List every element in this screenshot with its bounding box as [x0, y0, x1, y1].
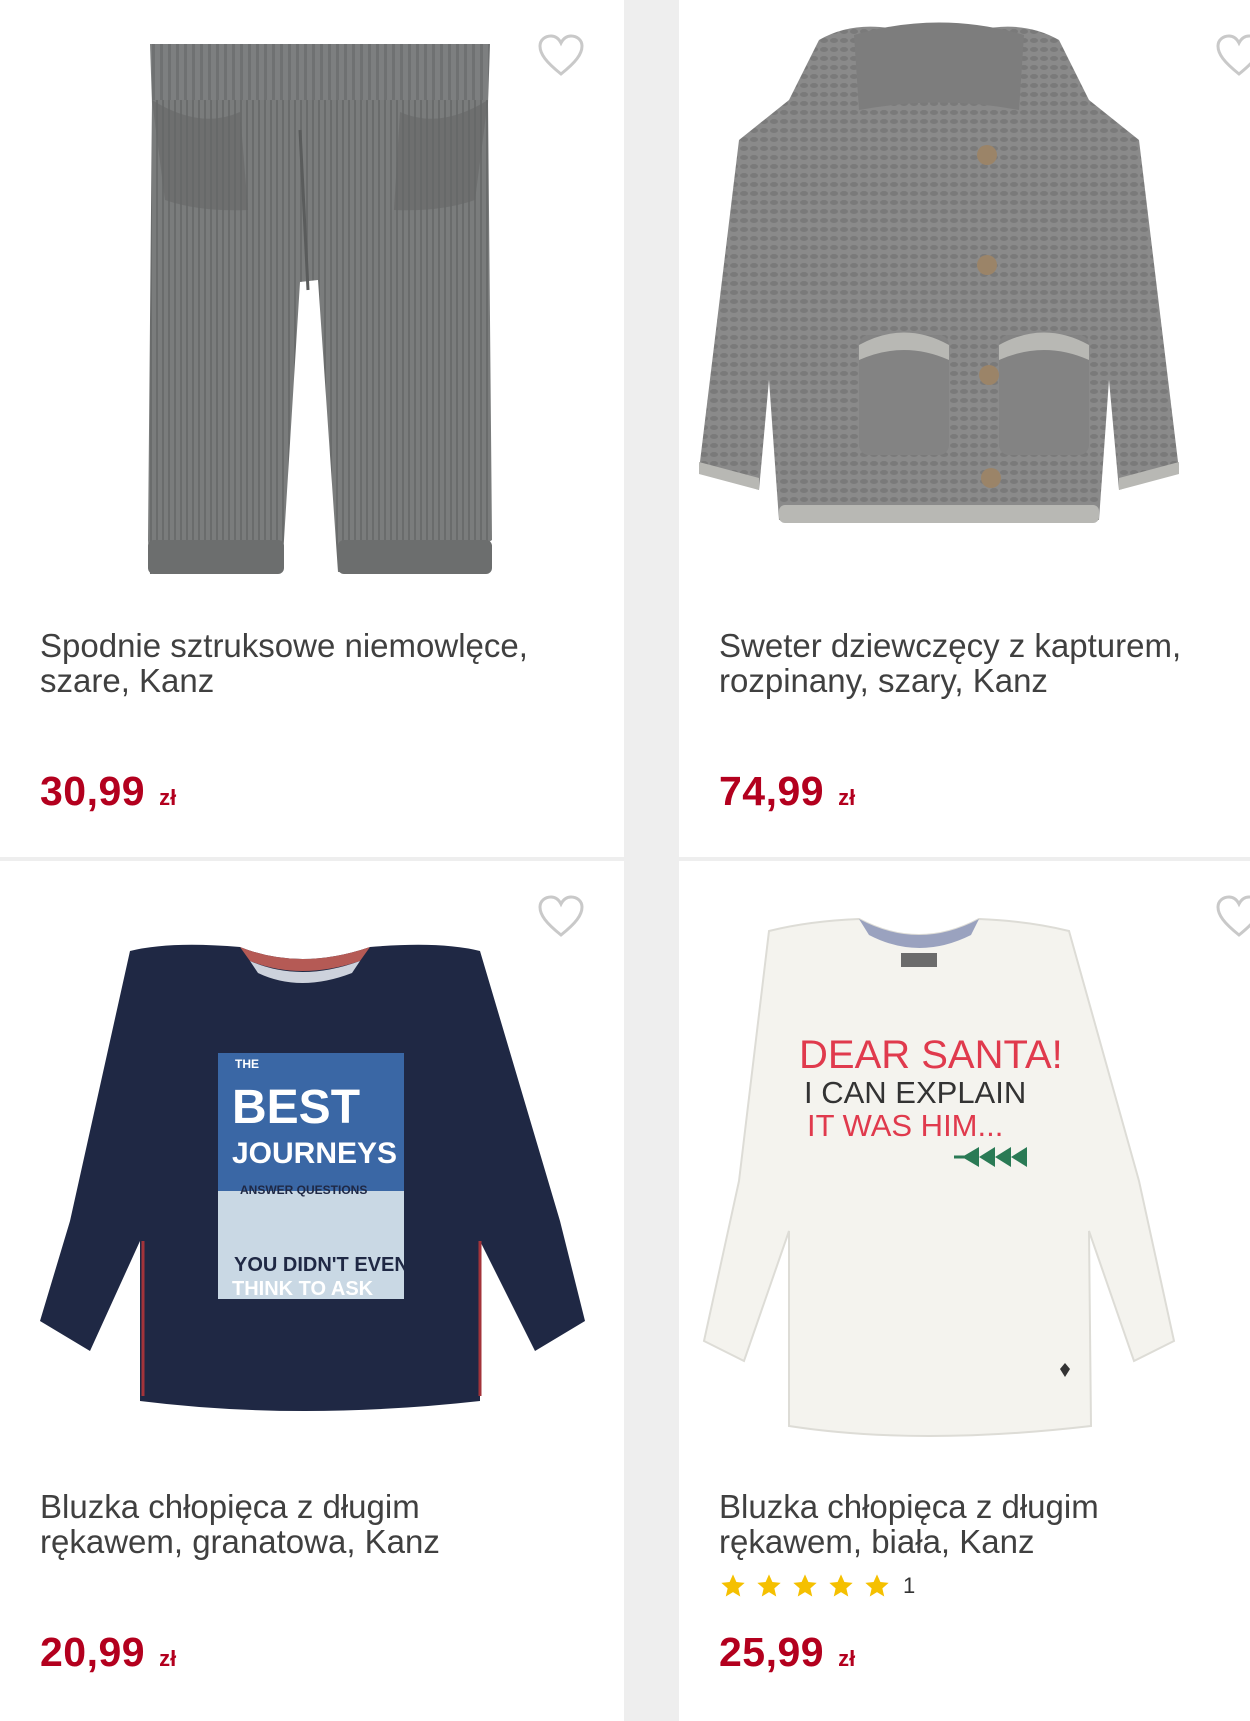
heart-outline-icon[interactable]: [1214, 893, 1250, 939]
price-value: 74,99: [719, 768, 825, 814]
price-currency: zł: [159, 785, 177, 810]
print-text: I CAN EXPLAIN: [804, 1075, 1026, 1110]
product-card[interactable]: Spodnie sztruksowe niemowlęce, szare, Ka…: [0, 0, 624, 857]
print-text: BEST: [232, 1081, 360, 1134]
heart-outline-icon[interactable]: [536, 893, 586, 939]
price-currency: zł: [159, 1646, 177, 1671]
product-title[interactable]: Bluzka chłopięca z długim rękawem, grana…: [40, 1489, 560, 1559]
product-price: 74,99 zł: [719, 768, 855, 818]
star-icon: [829, 1574, 853, 1597]
product-image[interactable]: THE BEST JOURNEYS ANSWER QUESTIONS YOU D…: [0, 861, 624, 1461]
print-text: JOURNEYS: [232, 1137, 397, 1170]
heart-outline-icon[interactable]: [536, 32, 586, 78]
star-icon: [793, 1574, 817, 1597]
product-price: 20,99 zł: [40, 1629, 176, 1679]
print-text: YOU DIDN'T EVEN: [234, 1254, 409, 1276]
star-icon: [865, 1574, 889, 1597]
print-text: THE: [235, 1057, 259, 1071]
product-price: 30,99 zł: [40, 768, 176, 818]
product-grid: Spodnie sztruksowe niemowlęce, szare, Ka…: [0, 0, 1250, 1721]
price-value: 25,99: [719, 1629, 825, 1675]
product-card[interactable]: DEAR SANTA! I CAN EXPLAIN IT WAS HIM... …: [679, 861, 1250, 1721]
product-price: 25,99 zł: [719, 1629, 855, 1679]
price-value: 30,99: [40, 768, 146, 814]
product-title[interactable]: Sweter dziewczęcy z kapturem, rozpinany,…: [719, 628, 1239, 698]
heart-outline-icon[interactable]: [1214, 32, 1250, 78]
product-image[interactable]: [679, 0, 1250, 600]
product-card[interactable]: Sweter dziewczęcy z kapturem, rozpinany,…: [679, 0, 1250, 857]
product-image[interactable]: DEAR SANTA! I CAN EXPLAIN IT WAS HIM...: [679, 861, 1250, 1461]
product-title[interactable]: Spodnie sztruksowe niemowlęce, szare, Ka…: [40, 628, 560, 698]
star-icon: [721, 1574, 745, 1597]
print-text: ANSWER QUESTIONS: [240, 1183, 367, 1197]
price-currency: zł: [838, 1646, 856, 1671]
print-text: DEAR SANTA!: [799, 1033, 1063, 1077]
star-icon: [757, 1574, 781, 1597]
product-image[interactable]: [0, 0, 624, 600]
price-value: 20,99: [40, 1629, 146, 1675]
print-text: IT WAS HIM...: [807, 1108, 1003, 1143]
product-card[interactable]: THE BEST JOURNEYS ANSWER QUESTIONS YOU D…: [0, 861, 624, 1721]
product-title[interactable]: Bluzka chłopięca z długim rękawem, biała…: [719, 1489, 1239, 1559]
price-currency: zł: [838, 785, 856, 810]
print-text: THINK TO ASK: [232, 1278, 374, 1300]
rating-count: 1: [903, 1573, 916, 1598]
product-rating[interactable]: 1: [719, 1569, 915, 1603]
